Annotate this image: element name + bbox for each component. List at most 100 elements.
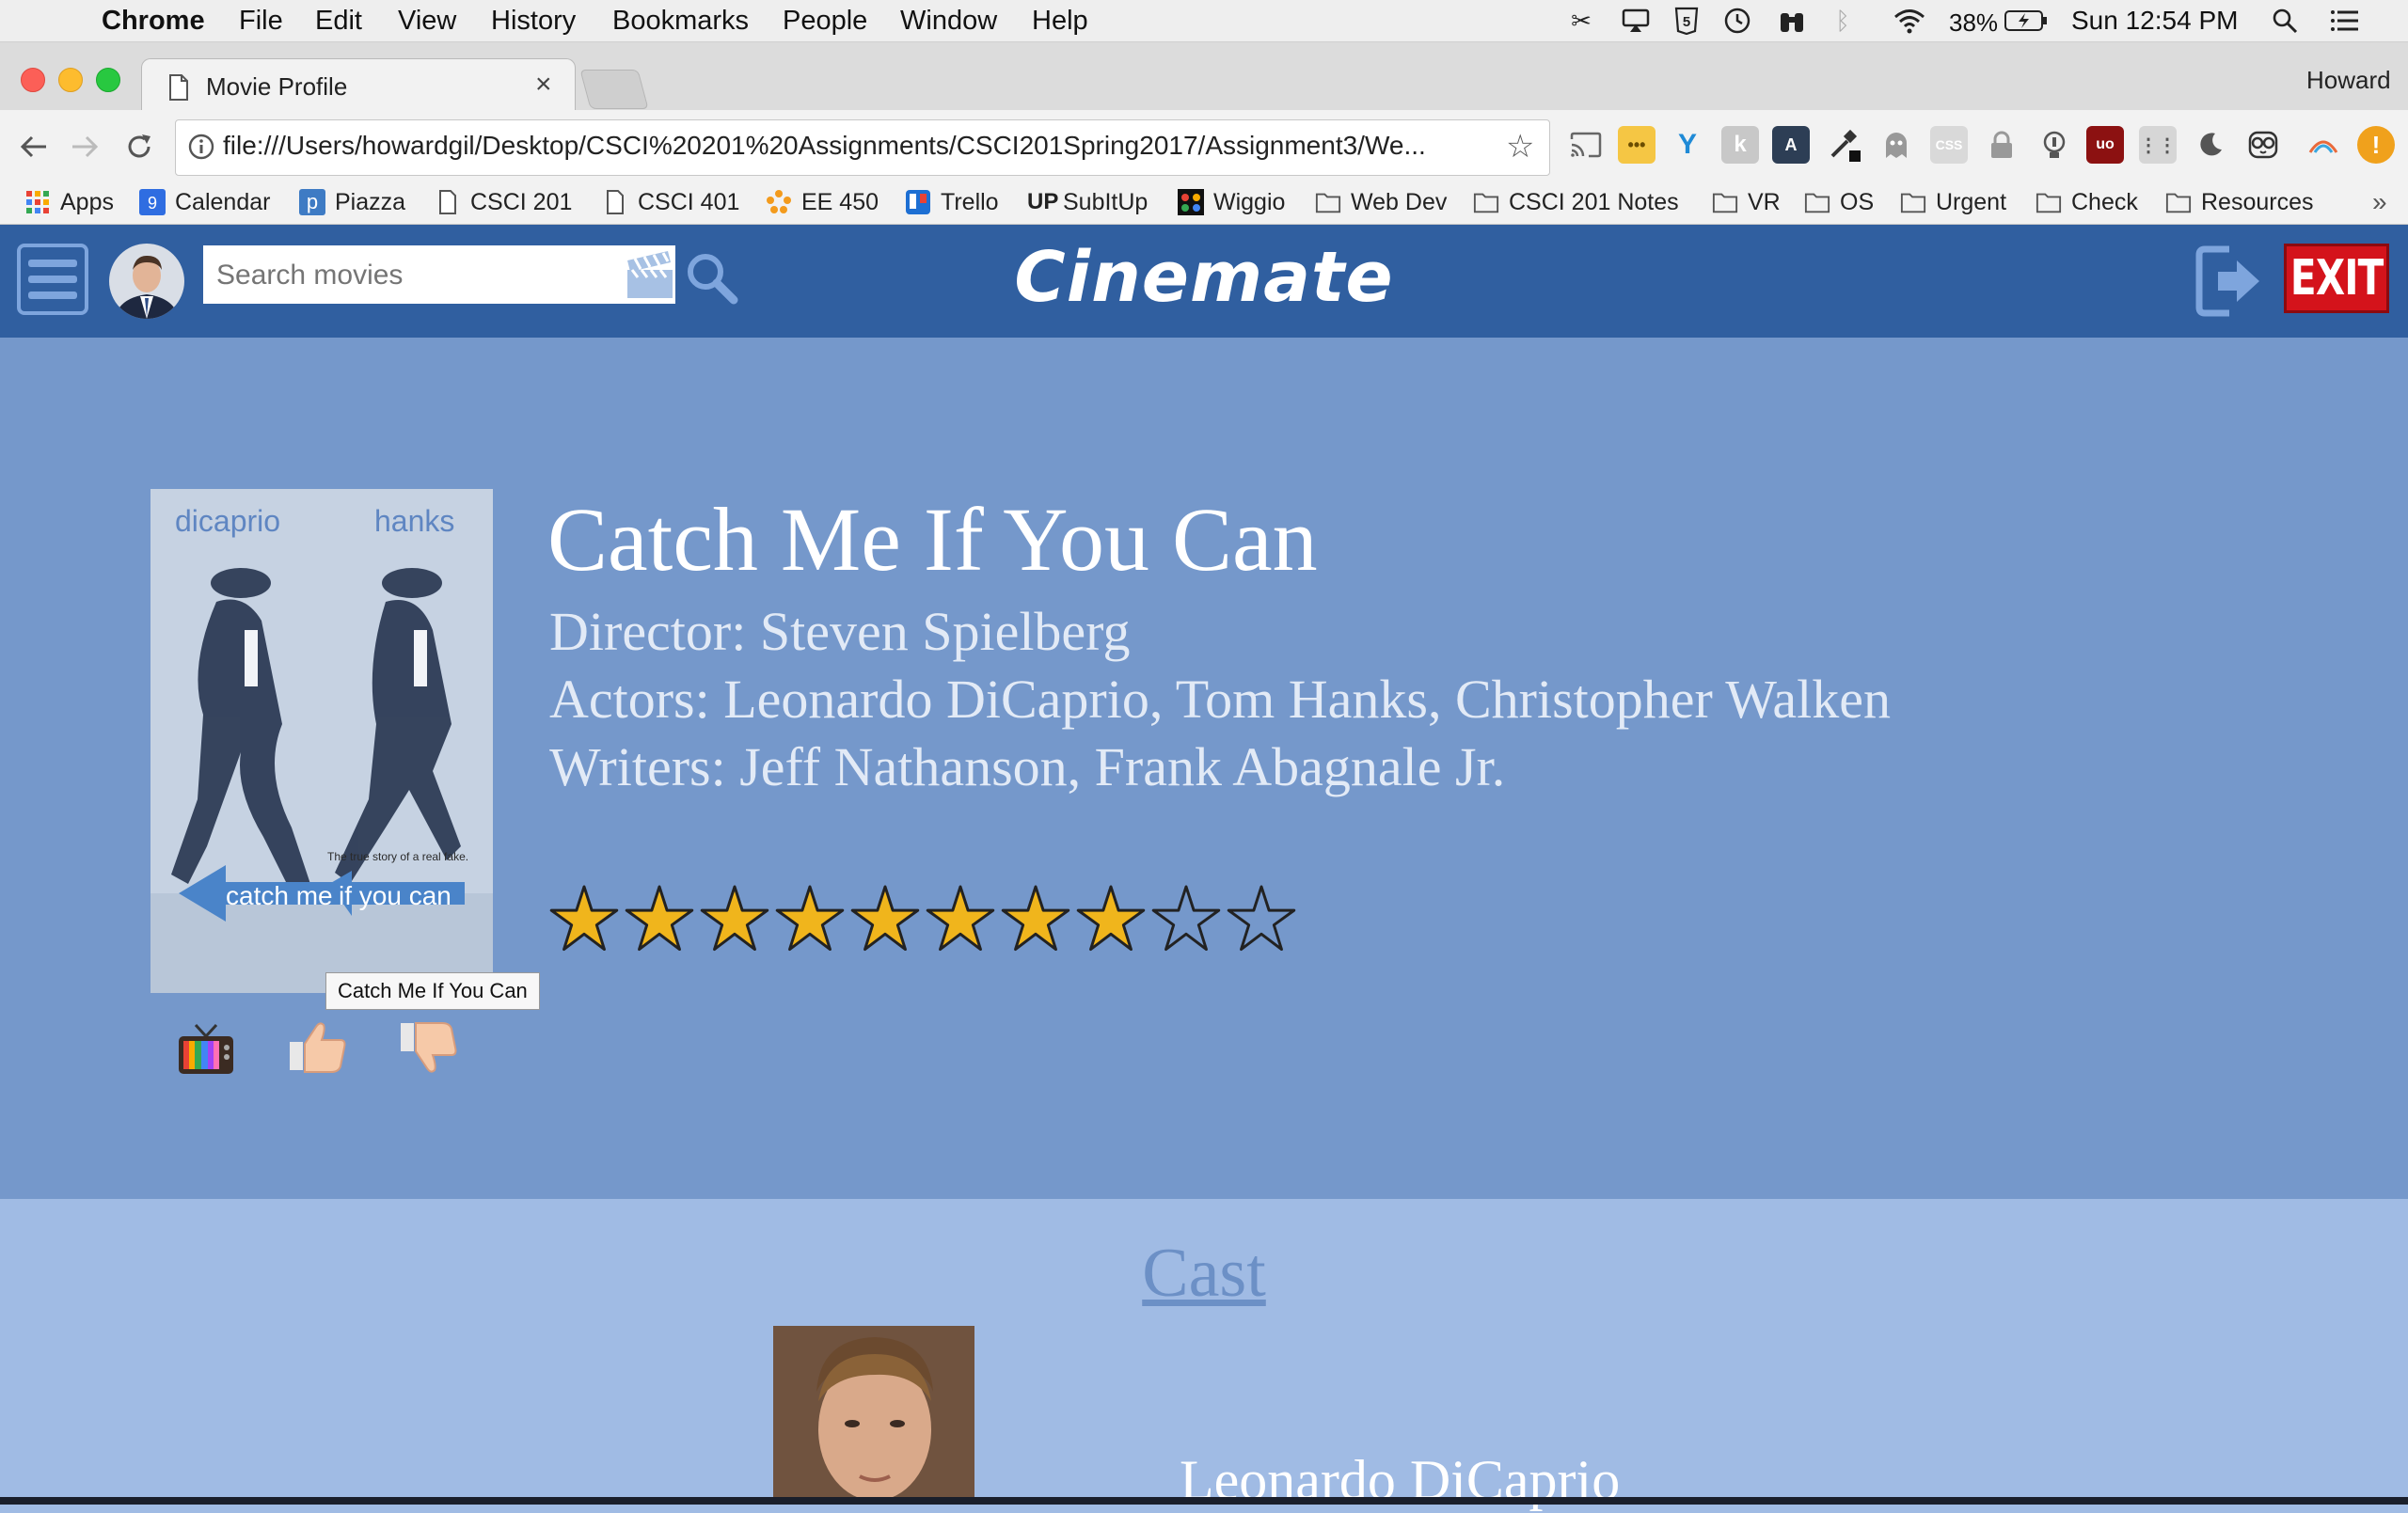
bookmark-folder-resources[interactable]: Resources (2165, 185, 2314, 219)
airplay-icon[interactable] (1620, 6, 1652, 36)
menu-help[interactable]: Help (1032, 4, 1088, 38)
tv-icon[interactable] (177, 1021, 235, 1082)
star-filled-icon[interactable] (1076, 884, 1146, 954)
y-extension-icon[interactable]: Y (1669, 126, 1706, 164)
bookmark-folder-os[interactable]: OS (1804, 185, 1874, 219)
menu-bookmarks[interactable]: Bookmarks (612, 4, 749, 38)
bookmark-csci-201[interactable]: CSCI 201 (435, 185, 572, 219)
menu-file[interactable]: File (239, 4, 283, 38)
reload-icon[interactable] (119, 126, 160, 167)
close-window-button[interactable] (21, 68, 45, 92)
bookmark-folder-web-dev[interactable]: Web Dev (1315, 185, 1447, 219)
moon-icon[interactable] (2192, 126, 2229, 164)
thumbs-down-icon[interactable] (399, 1019, 459, 1080)
lightbulb-extension-icon[interactable] (2036, 126, 2073, 164)
menu-window[interactable]: Window (900, 4, 997, 38)
star-filled-icon[interactable] (625, 884, 694, 954)
bluetooth-icon[interactable]: ᛒ (1827, 6, 1859, 36)
css-extension-icon[interactable]: CSS (1930, 126, 1968, 164)
calendar-icon: 9 (139, 189, 166, 215)
bookmark-ee-450[interactable]: EE 450 (766, 185, 879, 219)
eyedropper-extension-icon[interactable] (1825, 126, 1862, 164)
bookmark-subitup[interactable]: UP SubItUp (1027, 185, 1148, 219)
poster-tooltip: Catch Me If You Can (325, 972, 540, 1010)
notification-center-icon[interactable] (2329, 6, 2361, 36)
bookmark-piazza[interactable]: p Piazza (299, 185, 405, 219)
folder-icon (2036, 193, 2062, 213)
menu-edit[interactable]: Edit (315, 4, 362, 38)
rainbow-extension-icon[interactable] (2305, 126, 2342, 164)
tab-close-icon[interactable]: × (535, 69, 552, 101)
bookmark-folder-csci-201-notes[interactable]: CSCI 201 Notes (1473, 185, 1679, 219)
bookmark-label: Resources (2201, 188, 2314, 215)
movie-actors: Actors: Leonardo DiCaprio, Tom Hanks, Ch… (549, 669, 1891, 730)
bookmark-folder-urgent[interactable]: Urgent (1900, 185, 2006, 219)
cast-photo[interactable] (773, 1326, 974, 1505)
zoom-window-button[interactable] (96, 68, 120, 92)
bookmark-wiggio[interactable]: Wiggio (1178, 185, 1285, 219)
battery-percent[interactable]: 38% (1949, 6, 1998, 39)
password-extension-icon[interactable]: ••• (1618, 126, 1656, 164)
menu-app-name[interactable]: Chrome (102, 4, 205, 38)
menu-view[interactable]: View (398, 4, 456, 38)
outlet-extension-icon[interactable]: ⋮⋮ (2139, 126, 2177, 164)
screenshot-extension-icon[interactable]: A (1772, 126, 1810, 164)
new-tab-button[interactable] (579, 70, 649, 109)
movie-director: Director: Steven Spielberg (549, 601, 1131, 662)
forward-arrow-icon[interactable] (64, 126, 105, 167)
bookmark-label: Piazza (335, 188, 406, 215)
url-text[interactable]: file:///Users/howardgil/Desktop/CSCI%202… (223, 131, 1426, 161)
cast-heading-wrap: Cast (0, 1234, 2408, 1314)
wifi-icon[interactable] (1891, 6, 1928, 36)
piazza-icon: p (299, 189, 325, 215)
star-filled-icon[interactable] (775, 884, 845, 954)
star-empty-icon[interactable] (1151, 884, 1221, 954)
exit-button[interactable]: EXIT (2284, 244, 2389, 313)
cast-icon[interactable] (1567, 126, 1605, 164)
binoculars-icon[interactable] (1776, 6, 1808, 36)
bookmark-trello[interactable]: Trello (905, 185, 999, 219)
star-filled-icon[interactable] (1001, 884, 1070, 954)
chrome-alert-icon[interactable]: ! (2357, 126, 2395, 164)
address-bar[interactable]: file:///Users/howardgil/Desktop/CSCI%202… (175, 119, 1550, 176)
thumbs-up-icon[interactable] (288, 1019, 348, 1080)
lock-extension-icon[interactable] (1983, 126, 2020, 164)
bookmark-star-icon[interactable]: ☆ (1506, 128, 1534, 165)
scissors-icon[interactable]: ✂ (1565, 6, 1597, 36)
bookmark-csci-401[interactable]: CSCI 401 (602, 185, 739, 219)
star-empty-icon[interactable] (1227, 884, 1296, 954)
ublock-icon[interactable]: uo (2086, 126, 2124, 164)
owl-extension-icon[interactable] (2244, 126, 2282, 164)
bookmark-label: CSCI 201 Notes (1509, 188, 1679, 215)
html5-icon[interactable]: 5 (1671, 6, 1703, 36)
back-arrow-icon[interactable] (13, 126, 55, 167)
battery-icon[interactable] (2004, 6, 2049, 36)
star-filled-icon[interactable] (549, 884, 619, 954)
menubar-clock[interactable]: Sun 12:54 PM (2071, 4, 2238, 38)
bookmarks-overflow-button[interactable]: » (2372, 185, 2387, 219)
star-filled-icon[interactable] (700, 884, 769, 954)
profile-name[interactable]: Howard (2306, 66, 2391, 95)
bookmark-label: Web Dev (1351, 188, 1448, 215)
time-machine-icon[interactable] (1721, 6, 1753, 36)
k-extension-icon[interactable]: k (1721, 126, 1759, 164)
menu-people[interactable]: People (783, 4, 867, 38)
bookmark-calendar[interactable]: 9 Calendar (139, 185, 270, 219)
minimize-window-button[interactable] (58, 68, 83, 92)
browser-tab-active[interactable]: Movie Profile × (141, 58, 576, 114)
bookmark-folder-vr[interactable]: VR (1712, 185, 1781, 219)
info-icon[interactable] (187, 133, 215, 165)
bookmark-label: SubItUp (1063, 188, 1149, 215)
bookmark-label: Calendar (175, 188, 271, 215)
star-filled-icon[interactable] (926, 884, 995, 954)
movie-poster[interactable]: dicaprio hanks The true story of a real … (150, 489, 493, 993)
bookmark-apps[interactable]: Apps (24, 185, 114, 219)
star-filled-icon[interactable] (850, 884, 920, 954)
site-brand[interactable]: Cinemate (0, 237, 2408, 318)
ghostery-icon[interactable] (1877, 126, 1915, 164)
spotlight-search-icon[interactable] (2269, 6, 2301, 36)
logout-icon[interactable] (2194, 244, 2263, 323)
menu-history[interactable]: History (491, 4, 576, 38)
bookmark-folder-check[interactable]: Check (2036, 185, 2138, 219)
cast-heading-link[interactable]: Cast (1142, 1235, 1266, 1312)
